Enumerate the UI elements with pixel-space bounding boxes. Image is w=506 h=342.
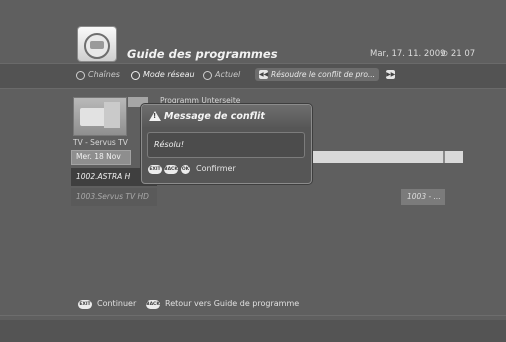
fast-forward-icon: ▶▶ <box>386 70 396 79</box>
continue-label[interactable]: Continuer <box>97 299 136 308</box>
channel-preview-thumbnail <box>73 97 127 136</box>
radio-mode-reseau-icon[interactable] <box>131 71 140 80</box>
warning-icon <box>149 111 161 121</box>
resolve-conflict-label: Résoudre le conflit de pro... <box>271 70 376 79</box>
radio-actuel-icon[interactable] <box>203 71 212 80</box>
exit-key-icon[interactable]: EXIT <box>148 165 162 174</box>
radio-chaines-icon[interactable] <box>76 71 85 80</box>
nav-item-actuel[interactable]: Actuel <box>215 70 240 79</box>
day-label: Mer. 18 Nov <box>76 152 121 161</box>
program-cell[interactable]: 1003 - ... <box>401 189 445 205</box>
footer-hints: EXIT Continuer BACK Retour vers Guide de… <box>0 294 506 314</box>
exit-key-icon[interactable]: EXIT <box>78 300 92 309</box>
date-display: Mar, 17. 11. 2009 <box>370 49 446 59</box>
time-value: 21 07 <box>450 49 476 59</box>
mode-bar: Chaînes Mode réseau Actuel ◀◀ Résoudre l… <box>0 63 506 89</box>
dialog-message: Résolu! <box>154 140 185 149</box>
back-key-icon[interactable]: BACK <box>146 300 160 309</box>
timeline-marker <box>443 151 445 163</box>
nav-item-chaines[interactable]: Chaînes <box>88 70 120 79</box>
channel-row[interactable]: 1003.Servus TV HD <box>71 188 157 206</box>
tv-screen: Guide des programmes Mar, 17. 11. 2009 ⊙… <box>0 0 506 342</box>
back-to-guide-label[interactable]: Retour vers Guide de programme <box>165 299 299 308</box>
ok-key-icon[interactable]: OK <box>181 165 190 174</box>
program-cell-label: 1003 - ... <box>407 192 441 201</box>
confirm-label[interactable]: Confirmer <box>196 164 236 173</box>
footer-divider <box>0 315 506 316</box>
channel-row-label: 1002.ASTRA H <box>76 172 131 181</box>
dialog-message-box: Résolu! <box>147 132 305 158</box>
channel-name: TV - Servus TV <box>73 138 128 147</box>
resolve-conflict-button[interactable]: ◀◀ Résoudre le conflit de pro... ▶▶ <box>255 68 395 81</box>
clock-display: ⊙ 21 07 <box>441 49 475 59</box>
clock-icon: ⊙ <box>441 49 449 59</box>
dialog-title: Message de conflit <box>164 111 265 122</box>
back-key-icon[interactable]: BACK <box>164 165 178 174</box>
channel-row-label: 1003.Servus TV HD <box>76 192 149 201</box>
conflict-dialog: Message de conflit Résolu! EXIT BACK OK … <box>141 104 312 184</box>
timeline-bar <box>311 151 463 163</box>
screen-bottom-band <box>0 320 506 342</box>
page-title: Guide des programmes <box>127 47 278 61</box>
nav-item-mode-reseau[interactable]: Mode réseau <box>143 70 195 79</box>
day-cell[interactable]: Mer. 18 Nov <box>71 150 131 165</box>
rewind-icon: ◀◀ <box>259 70 269 79</box>
program-guide-icon <box>78 27 116 61</box>
dialog-header: Message de conflit <box>142 105 311 127</box>
